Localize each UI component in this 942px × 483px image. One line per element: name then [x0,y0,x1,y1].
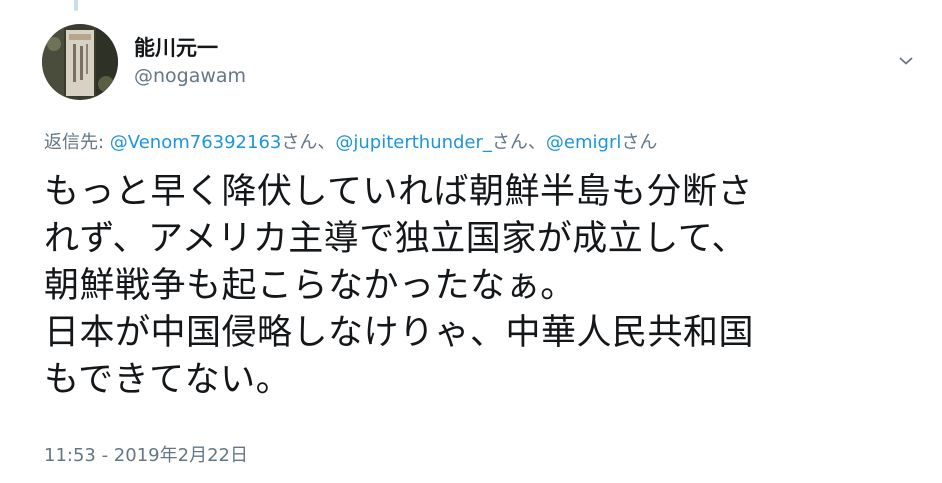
mention-emigrl[interactable]: @emigrl [546,132,621,153]
tweet-line: 日本が中国侵略しなけりゃ、中華人民共和国 [44,313,755,353]
tweet-line: 朝鮮戦争も起こらなかったなぁ。 [44,266,576,306]
reply-context: 返信先: @Venom76392163さん、@jupiterthunder_さん… [44,128,657,154]
tweet-line: れず、アメリカ主導で独立国家が成立して、 [44,219,748,259]
mention-suffix: さん、 [491,132,546,153]
mention-suffix: さん、 [281,132,336,153]
user-handle[interactable]: @nogawam [134,65,246,87]
reply-prefix: 返信先: [44,132,110,153]
thread-connector [74,0,78,11]
tweet-line: もできてない。 [44,360,292,400]
mention-venom[interactable]: @Venom76392163 [110,132,282,153]
chevron-down-icon[interactable] [895,50,917,72]
display-name[interactable]: 能川元一 [134,32,218,62]
avatar[interactable] [42,24,118,100]
mention-jupiterthunder[interactable]: @jupiterthunder_ [335,132,492,153]
tweet-timestamp[interactable]: 11:53 - 2019年2月22日 [44,441,248,467]
tweet-text: もっと早く降伏していれば朝鮮半島も分断さ れず、アメリカ主導で独立国家が成立して… [44,169,924,404]
tweet-line: もっと早く降伏していれば朝鮮半島も分断さ [44,172,753,212]
mention-suffix: さん [621,132,658,153]
